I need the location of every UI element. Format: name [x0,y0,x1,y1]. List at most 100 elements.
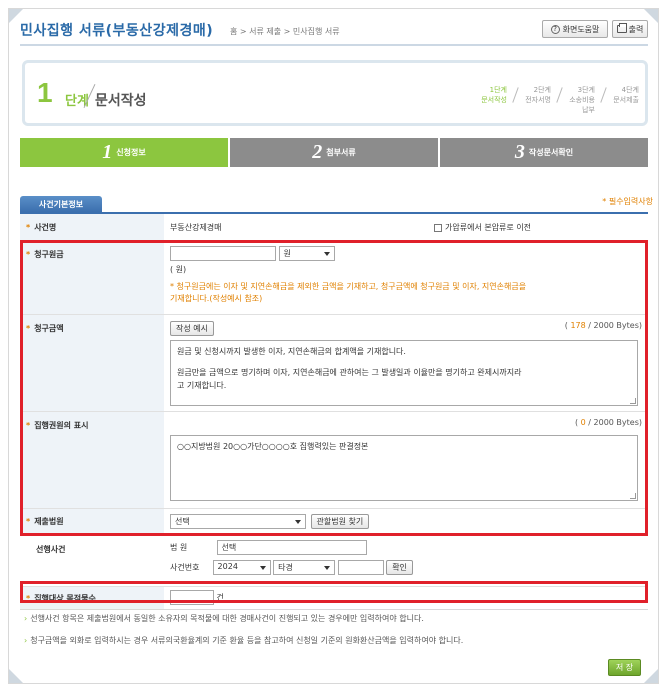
tab-bar: 1 신청정보 2 첨부서류 3 작성문서확인 [20,138,648,167]
label-prior-case: 선행사건 [20,536,164,586]
label-text: 청구원금 [34,250,64,259]
note-text: 선행사건 항목은 제출법원에서 동일한 소유자의 목적물에 대한 경매사건이 진… [30,614,424,623]
required-marker: * [26,421,31,430]
step-item-1: 1단계 문서작성 [469,85,507,115]
required-marker: * [26,517,31,526]
step-item-2: 2단계 전자서명 [513,85,551,115]
page-title: 민사집행 서류(부동산강제경매) [20,23,214,39]
enforcement-title-textarea[interactable]: ○○지방법원 20○○가단○○○○호 집행력있는 판결정본 [170,435,638,501]
step-item-name: 소송비용납부 [569,96,595,114]
tab-attachments[interactable]: 2 첨부서류 [230,138,438,167]
claim-amount-textarea[interactable]: 원금 및 신청시까지 발생한 이자, 지연손해금의 합계액을 기재합니다. 원금… [170,340,638,406]
currency-select-value: 원 [283,249,291,258]
note-foreign-currency: › 청구금액을 외화로 입력하시는 경우 서류의국환율계의 기준 환율 등을 참고… [24,635,463,646]
chevron-right-icon: › [24,636,28,645]
row-case-name: * 사건명 부동산강제경매 가압류에서 본압류로 이전 [20,214,648,241]
currency-select[interactable]: 원 [278,246,335,261]
step-item-4: 4단계 문서제출 [601,85,639,115]
byte-limit: / 2000 Bytes) [588,321,642,330]
tab-label: 첨부서류 [326,148,356,157]
label-text: 제출법원 [34,517,64,526]
value-case-name: 부동산강제경매 가압류에서 본압류로 이전 [164,214,648,240]
note-text: 청구금액을 외화로 입력하시는 경우 서류의국환율계의 기준 환율 등을 참고하… [30,636,464,645]
current-step-name: 문서작성 [95,93,147,109]
case-number-label: 사건번호 [170,563,200,572]
value-court: 선택 관할법원 찾기 [164,509,648,535]
help-button[interactable]: ? 화면도움말 [542,20,608,38]
step-item-num: 4단계 [621,86,639,94]
step-item-name: 전자서명 [525,96,551,104]
textarea-line: 원금만을 금액으로 명기하며 이자, 지연손해금에 관하여는 그 발생일과 이율… [177,368,522,377]
confirm-button[interactable]: 확인 [386,560,413,575]
example-button[interactable]: 작성 예시 [170,321,214,336]
label-enforcement-title: * 집행권원의 표시 [20,412,164,508]
current-step-number: 1 [37,77,53,108]
print-button[interactable]: 출력 [612,20,648,38]
tab-review[interactable]: 3 작성문서확인 [440,138,648,167]
chevron-right-icon: › [24,614,28,623]
prior-court-field[interactable]: 선택 [216,540,367,555]
step-item-3: 3단계 소송비용납부 [557,85,595,115]
tab-number: 2 [312,141,323,163]
step-item-num: 1단계 [489,86,507,94]
note-prior-case: › 선행사건 항목은 제출법원에서 동일한 소유자의 목적물에 대한 경매사건이 … [24,613,424,624]
required-marker: * [26,250,31,259]
step-item-name: 문서작성 [481,96,507,104]
label-court: * 제출법원 [20,509,164,535]
case-type-select[interactable]: 타경 [273,560,336,575]
corner-decoration [644,669,658,683]
court-select[interactable]: 선택 [170,514,306,529]
row-prior-case: 선행사건 법 원 선택 사건번호 2024 타경 확인 [20,536,648,587]
row-target-count: * 집행대상 목적물수 건 [20,587,648,609]
prior-court-value: 선택 [221,543,237,552]
label-text: 사건명 [34,223,57,232]
tab-application-info[interactable]: 1 신청정보 [20,138,228,167]
value-claim-principal: 원 ( 원) * 청구원금에는 이자 및 지연손해금을 제외한 금액을 기재하고… [164,241,648,314]
prior-court-label: 법 원 [170,543,188,552]
row-claim-amount: * 청구금액 작성 예시 ( 178 / 2000 Bytes) 원금 및 신청시… [20,315,648,412]
label-claim-amount: * 청구금액 [20,315,164,411]
help-line-2: 기재합니다.(작성예시 참조) [170,294,263,303]
transfer-checkbox-label: 가압류에서 본압류로 이전 [445,223,532,232]
year-select[interactable]: 2024 [212,560,271,575]
help-line-1: * 청구원금에는 이자 및 지연손해금을 제외한 금액을 기재하고, 청구금액에… [170,282,527,291]
court-select-value: 선택 [175,517,190,526]
claim-principal-unit: ( 원) [170,265,187,274]
byte-counter: ( 178 / 2000 Bytes) [564,321,642,330]
row-claim-principal: * 청구원금 원 ( 원) * 청구원금에는 이자 및 지연손해금을 제외한 금액… [20,241,648,315]
help-button-label: 화면도움말 [562,24,600,34]
tab-label: 작성문서확인 [528,148,574,157]
required-marker: * [26,594,31,603]
value-enforcement-title: ( 0 / 2000 Bytes) ○○지방법원 20○○가단○○○○호 집행력… [164,412,648,508]
value-target-count: 건 [164,587,648,609]
step-item-name: 문서제출 [613,96,639,104]
header: 민사집행 서류(부동산강제경매) 홈 > 서류 제출 > 민사집행 서류 ? 화… [20,18,648,42]
textarea-placeholder: ○○지방법원 20○○가단○○○○호 집행력있는 판결정본 [177,442,369,451]
tab-label: 신청정보 [116,148,146,157]
label-target-count: * 집행대상 목적물수 [20,587,164,609]
case-name-value: 부동산강제경매 [170,223,222,232]
transfer-checkbox[interactable] [434,223,442,232]
case-number-input[interactable] [337,560,384,575]
save-button[interactable]: 저 장 [608,659,641,676]
tab-number: 3 [514,141,525,163]
transfer-checkbox-wrap[interactable]: 가압류에서 본압류로 이전 [434,222,531,233]
label-text: 집행대상 목적물수 [34,594,96,603]
label-text: 청구금액 [34,324,64,333]
target-count-input[interactable] [170,590,214,605]
byte-limit: / 2000 Bytes) [588,418,642,427]
label-text: 선행사건 [36,545,66,554]
required-marker: * [26,324,31,333]
claim-principal-help: * 청구원금에는 이자 및 지연손해금을 제외한 금액을 기재하고, 청구금액에… [170,281,642,305]
required-marker: * [26,223,31,232]
value-claim-amount: 작성 예시 ( 178 / 2000 Bytes) 원금 및 신청시까지 발생한… [164,315,648,411]
tab-number: 1 [102,141,113,163]
textarea-line: 고 기재합니다. [177,381,227,390]
step-list: 1단계 문서작성 2단계 전자서명 3단계 소송비용납부 4단계 문서제출 [469,85,639,115]
print-button-label: 출력 [628,24,644,34]
required-note: * 필수입력사항 [602,197,653,206]
row-court: * 제출법원 선택 관할법원 찾기 [20,509,648,536]
case-info-form: * 사건명 부동산강제경매 가압류에서 본압류로 이전 * 청구원금 원 ( 원) … [20,214,648,610]
find-court-button[interactable]: 관할법원 찾기 [310,514,370,529]
claim-principal-input[interactable] [170,246,276,261]
